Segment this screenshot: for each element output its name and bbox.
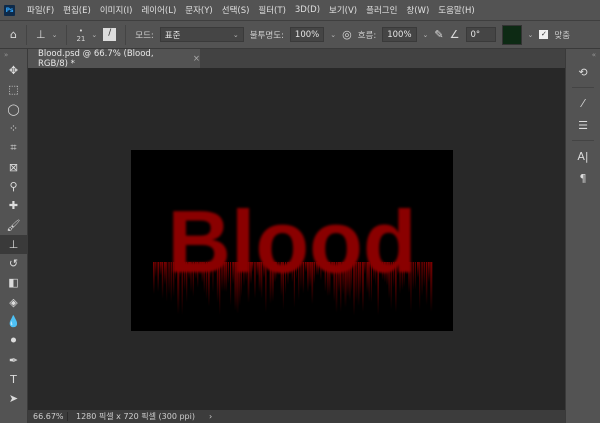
character-panel-icon[interactable]: A| bbox=[566, 145, 600, 167]
divider bbox=[66, 24, 68, 45]
menu-bar: Ps 파일(F) 편집(E) 이미지(I) 레이어(L) 문자(Y) 선택(S)… bbox=[0, 0, 600, 20]
clone-stamp-preset-icon[interactable]: ⊥ bbox=[36, 28, 46, 41]
chevron-down-icon[interactable]: ⌄ bbox=[423, 31, 429, 39]
drip bbox=[161, 262, 164, 299]
blood-artwork: Blood bbox=[153, 192, 433, 316]
menu-window[interactable]: 창(W) bbox=[406, 4, 429, 16]
path-select-tool-icon[interactable]: ➤ bbox=[0, 389, 27, 408]
expand-icon[interactable]: » bbox=[0, 49, 27, 61]
drip bbox=[421, 262, 423, 297]
tools-panel: » ✥ ⬚ ◯ ⁘ ⌗ ⊠ ⚲ ✚ 🖌 ⊥ ↺ ◧ ◈ 💧 ⚫ ✒ T ➤ bbox=[0, 49, 28, 423]
chevron-down-icon[interactable]: ⌄ bbox=[330, 31, 336, 39]
document-tab-bar: Blood.psd @ 66.7% (Blood, RGB/8) * × bbox=[28, 48, 565, 69]
paragraph-panel-icon[interactable]: ¶ bbox=[566, 167, 600, 189]
drip bbox=[155, 262, 157, 278]
photoshop-logo: Ps bbox=[4, 4, 15, 16]
home-icon[interactable]: ⌂ bbox=[10, 28, 17, 41]
drip bbox=[417, 262, 419, 278]
brush-size: 21 bbox=[76, 34, 86, 43]
document-canvas[interactable]: Blood bbox=[131, 150, 453, 331]
close-icon[interactable]: × bbox=[193, 54, 200, 64]
move-tool-icon[interactable]: ✥ bbox=[0, 61, 27, 80]
mode-label: 모드: bbox=[135, 30, 154, 41]
crop-tool-icon[interactable]: ⌗ bbox=[0, 138, 27, 157]
chevron-down-icon[interactable]: ⌄ bbox=[528, 31, 534, 39]
marquee-tool-icon[interactable]: ⬚ bbox=[0, 80, 27, 99]
flow-label: 흐름: bbox=[357, 30, 377, 41]
menu-plugins[interactable]: 플러그인 bbox=[366, 4, 397, 16]
status-bar: 66.67% 1280 픽셀 x 720 픽셀 (300 ppi) › bbox=[28, 410, 565, 423]
opacity-input[interactable]: 100% bbox=[289, 27, 325, 42]
options-bar: ⌂ ⊥ ⌄ • 21 ⌄ / 모드: 표준 ⌄ 불투명도: 100% ⌄ ◎ 흐름: 10… bbox=[0, 20, 600, 49]
drip bbox=[430, 262, 433, 312]
zoom-level[interactable]: 66.67% bbox=[28, 412, 68, 421]
history-panel-icon[interactable]: ⟲ bbox=[566, 61, 600, 83]
dodge-tool-icon[interactable]: ⚫ bbox=[0, 331, 27, 350]
status-menu-icon[interactable]: › bbox=[195, 412, 212, 421]
menu-select[interactable]: 선택(S) bbox=[222, 4, 250, 16]
drip bbox=[153, 262, 155, 295]
lasso-tool-icon[interactable]: ◯ bbox=[0, 100, 27, 119]
aligned-checkbox[interactable]: ✓ bbox=[539, 30, 549, 39]
drip bbox=[423, 262, 425, 288]
mode-select[interactable]: 표준 ⌄ bbox=[159, 27, 244, 42]
chevron-down-icon: ⌄ bbox=[232, 30, 239, 39]
chevron-down-icon[interactable]: ⌄ bbox=[91, 31, 97, 39]
drip bbox=[159, 262, 162, 276]
frame-tool-icon[interactable]: ⊠ bbox=[0, 157, 27, 176]
tab-title: Blood.psd @ 66.7% (Blood, RGB/8) * bbox=[38, 48, 154, 69]
divider bbox=[572, 87, 594, 88]
menu-edit[interactable]: 편집(E) bbox=[63, 4, 91, 16]
brush-size-picker[interactable]: • 21 bbox=[76, 27, 85, 43]
divider bbox=[572, 140, 594, 141]
mode-value: 표준 bbox=[164, 30, 181, 41]
menu-view[interactable]: 보기(V) bbox=[329, 4, 357, 16]
chevron-down-icon[interactable]: ⌄ bbox=[52, 31, 58, 39]
brush-tool-icon[interactable]: 🖌 bbox=[0, 215, 27, 234]
pen-tool-icon[interactable]: ✒ bbox=[0, 350, 27, 369]
menu-type[interactable]: 문자(Y) bbox=[185, 4, 212, 16]
drip bbox=[419, 262, 421, 311]
document-tab[interactable]: Blood.psd @ 66.7% (Blood, RGB/8) * × bbox=[28, 48, 200, 69]
angle-icon: ∠ bbox=[449, 28, 460, 41]
history-brush-tool-icon[interactable]: ↺ bbox=[0, 254, 27, 273]
drip bbox=[164, 262, 166, 285]
brush-settings-icon[interactable]: / bbox=[103, 28, 117, 41]
healing-brush-tool-icon[interactable]: ✚ bbox=[0, 196, 27, 215]
menu-file[interactable]: 파일(F) bbox=[27, 4, 54, 16]
quick-select-tool-icon[interactable]: ⁘ bbox=[0, 119, 27, 138]
menu-3d[interactable]: 3D(D) bbox=[295, 5, 320, 15]
right-panel-dock: « ⟲ ⁄ ☰ A| ¶ bbox=[565, 49, 600, 423]
clone-stamp-tool-icon[interactable]: ⊥ bbox=[0, 234, 27, 254]
divider bbox=[125, 24, 127, 45]
menu-filter[interactable]: 필터(T) bbox=[258, 4, 285, 16]
menu-layer[interactable]: 레이어(L) bbox=[141, 4, 176, 16]
drip bbox=[428, 262, 430, 283]
aligned-label: 맞춤 bbox=[554, 30, 571, 41]
document-size: 1280 픽셀 x 720 픽셀 (300 ppi) bbox=[76, 412, 195, 421]
paint-bucket-tool-icon[interactable]: ◈ bbox=[0, 293, 27, 312]
angle-input[interactable]: 0° bbox=[465, 27, 496, 42]
brushes-panel-icon[interactable]: ⁄ bbox=[566, 92, 600, 114]
sample-thumbnail[interactable] bbox=[501, 24, 522, 45]
blood-text: Blood bbox=[167, 192, 416, 291]
flow-input[interactable]: 100% bbox=[382, 27, 417, 42]
eyedropper-tool-icon[interactable]: ⚲ bbox=[0, 177, 27, 196]
airbrush-icon[interactable]: ✎ bbox=[434, 28, 443, 41]
drip bbox=[425, 262, 428, 305]
adjustments-panel-icon[interactable]: ☰ bbox=[566, 114, 600, 136]
pressure-opacity-icon[interactable]: ◎ bbox=[342, 28, 352, 41]
eraser-tool-icon[interactable]: ◧ bbox=[0, 273, 27, 292]
blur-tool-icon[interactable]: 💧 bbox=[0, 312, 27, 331]
collapse-icon[interactable]: « bbox=[566, 49, 600, 61]
divider bbox=[25, 24, 27, 45]
brush-dot-icon: • bbox=[78, 26, 83, 35]
menu-help[interactable]: 도움말(H) bbox=[438, 4, 474, 16]
opacity-label: 불투명도: bbox=[249, 30, 284, 41]
type-tool-icon[interactable]: T bbox=[0, 370, 27, 389]
drip bbox=[157, 262, 160, 292]
menu-image[interactable]: 이미지(I) bbox=[100, 4, 133, 16]
